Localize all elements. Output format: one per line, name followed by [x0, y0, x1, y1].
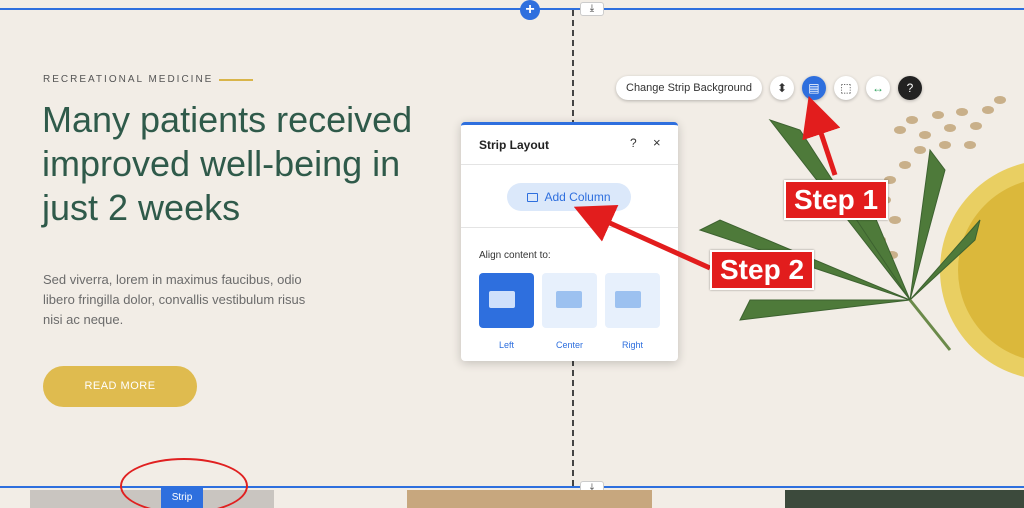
hero-headline[interactable]: Many patients received improved well-bei… [42, 98, 422, 230]
align-right-option[interactable] [605, 273, 660, 328]
strip-top-border [0, 8, 1024, 10]
stretch-icon[interactable]: ↔ [865, 76, 890, 100]
snap-top-icon[interactable]: ⤓ [580, 2, 604, 16]
align-center-icon [556, 291, 582, 308]
align-center-option[interactable] [542, 273, 597, 328]
close-icon[interactable]: × [653, 135, 661, 150]
step2-label: Step 2 [710, 250, 815, 290]
crop-icon[interactable]: ⬚ [833, 76, 858, 100]
divider [461, 227, 678, 228]
align-right-caption: Right [621, 340, 643, 350]
eyebrow-text: RECREATIONAL MEDICINE [43, 74, 214, 85]
add-column-button[interactable]: Add Column [507, 183, 631, 211]
hero-body[interactable]: Sed viverra, lorem in maximus faucibus, … [43, 270, 313, 330]
help-icon[interactable]: ? [630, 136, 637, 150]
strip-layout-panel: Strip Layout ? × Add Column Align conten… [461, 122, 678, 361]
layout-icon[interactable]: ▤ [801, 76, 826, 100]
eyebrow-line [219, 78, 254, 81]
annotation-ellipse [120, 458, 248, 508]
change-strip-background-button[interactable]: Change Strip Background [616, 76, 762, 100]
align-left-caption: Left [498, 340, 514, 350]
animation-icon[interactable]: ⬍ [769, 76, 794, 100]
align-left-icon [489, 291, 515, 308]
panel-header: Strip Layout ? × [461, 125, 678, 165]
step1-label: Step 1 [784, 180, 889, 220]
column-icon [527, 192, 539, 202]
panel-title: Strip Layout [479, 138, 550, 152]
hemp-oil-image[interactable] [680, 90, 1024, 390]
strip-toolbar: Change Strip Background ⬍ ▤ ⬚ ↔ ? [616, 76, 922, 100]
align-center-caption: Center [555, 340, 583, 350]
next-strip-image-2[interactable] [407, 490, 652, 508]
align-right-icon [615, 291, 641, 308]
add-section-button[interactable]: + [520, 0, 540, 20]
add-column-label: Add Column [544, 190, 611, 204]
next-strip-image-3[interactable] [785, 490, 1024, 508]
align-label: Align content to: [479, 250, 551, 261]
help-icon[interactable]: ? [897, 76, 922, 100]
read-more-button[interactable]: READ MORE [43, 366, 197, 407]
align-left-option[interactable] [479, 273, 534, 328]
eyebrow: RECREATIONAL MEDICINE [43, 74, 254, 85]
